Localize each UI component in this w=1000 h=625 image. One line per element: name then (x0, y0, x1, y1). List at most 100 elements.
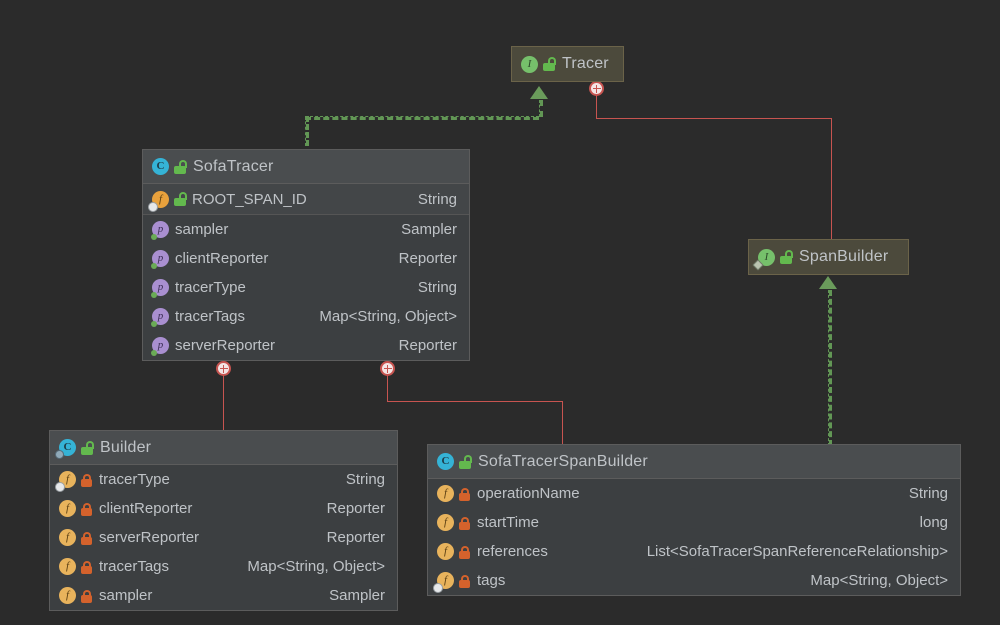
field-icon: f (59, 529, 76, 546)
member-name: startTime (477, 514, 539, 531)
class-member-row[interactable]: f tags Map<String, Object> (428, 566, 960, 595)
connector-segment (539, 100, 543, 117)
class-member-row[interactable]: f serverReporter Reporter (50, 523, 397, 552)
member-type: Reporter (383, 250, 457, 267)
class-header-sofatracer[interactable]: C SofaTracer (143, 150, 469, 184)
field-icon: f (59, 558, 76, 575)
member-type: List<SofaTracerSpanReferenceRelationship… (631, 543, 948, 560)
property-section: p sampler Sampler p clientReporter Repor… (143, 214, 469, 360)
class-box-spanbuilder[interactable]: I SpanBuilder (748, 239, 909, 275)
property-icon: p (152, 250, 169, 267)
field-icon: f (59, 471, 76, 488)
property-icon: p (152, 279, 169, 296)
class-member-row[interactable]: f operationName String (428, 479, 960, 508)
inner-class-plus-marker[interactable] (589, 81, 604, 96)
member-type: String (893, 485, 948, 502)
member-name: serverReporter (99, 529, 199, 546)
unlock-icon (459, 455, 471, 469)
connector-segment (223, 368, 224, 432)
lock-icon (81, 589, 93, 603)
class-box-tracer[interactable]: I Tracer (511, 46, 624, 82)
lock-icon (81, 502, 93, 516)
class-member-row[interactable]: f references List<SofaTracerSpanReferenc… (428, 537, 960, 566)
member-type: String (330, 471, 385, 488)
member-type: Reporter (311, 500, 385, 517)
field-icon: f (59, 587, 76, 604)
class-icon: C (152, 158, 169, 175)
unlock-icon (81, 441, 93, 455)
lock-icon (81, 531, 93, 545)
class-name-label: SpanBuilder (799, 248, 888, 266)
field-icon: f (437, 485, 454, 502)
static-field-section: f ROOT_SPAN_ID String (143, 184, 469, 214)
class-box-sofatracerspanbuilder[interactable]: C SofaTracerSpanBuilder f operationName … (427, 444, 961, 596)
class-member-row[interactable]: f startTime long (428, 508, 960, 537)
unlock-icon (174, 160, 186, 174)
member-name: sampler (99, 587, 152, 604)
property-icon: p (152, 221, 169, 238)
lock-icon (459, 545, 471, 559)
member-type: String (402, 191, 457, 208)
class-member-row[interactable]: f clientReporter Reporter (50, 494, 397, 523)
connector-segment (387, 401, 562, 402)
connector-segment (596, 118, 831, 119)
member-type: Reporter (383, 337, 457, 354)
class-member-row[interactable]: p serverReporter Reporter (143, 331, 469, 360)
class-member-row[interactable]: p tracerType String (143, 273, 469, 302)
member-type: String (402, 279, 457, 296)
member-name: serverReporter (175, 337, 275, 354)
class-member-row[interactable]: f tracerType String (50, 465, 397, 494)
inner-class-plus-marker[interactable] (380, 361, 395, 376)
class-header-builder[interactable]: C Builder (50, 431, 397, 465)
class-member-row[interactable]: f tracerTags Map<String, Object> (50, 552, 397, 581)
property-icon: p (152, 337, 169, 354)
class-member-row[interactable]: f ROOT_SPAN_ID String (143, 184, 469, 214)
member-name: ROOT_SPAN_ID (192, 191, 307, 208)
member-type: Sampler (313, 587, 385, 604)
member-type: Map<String, Object> (231, 558, 385, 575)
class-member-row[interactable]: p sampler Sampler (143, 215, 469, 244)
member-type: Map<String, Object> (794, 572, 948, 589)
member-name: tracerType (99, 471, 170, 488)
interface-icon: I (521, 56, 538, 73)
member-type: long (904, 514, 948, 531)
member-name: tags (477, 572, 505, 589)
inner-class-plus-marker[interactable] (216, 361, 231, 376)
member-name: sampler (175, 221, 228, 238)
class-member-row[interactable]: f sampler Sampler (50, 581, 397, 610)
diagram-canvas[interactable]: I Tracer C SofaTracer f (0, 0, 1000, 625)
class-name-label: Tracer (562, 55, 609, 73)
member-name: references (477, 543, 548, 560)
class-header-spanbuilder[interactable]: I SpanBuilder (749, 240, 908, 274)
member-type: Map<String, Object> (303, 308, 457, 325)
unlock-icon (543, 57, 555, 71)
class-name-label: SofaTracer (193, 158, 274, 176)
lock-icon (459, 487, 471, 501)
field-section: f tracerType String f clientReporter Rep… (50, 465, 397, 610)
member-type: Sampler (385, 221, 457, 238)
class-box-sofatracer[interactable]: C SofaTracer f ROOT_SPAN_ID String (142, 149, 470, 361)
class-name-label: SofaTracerSpanBuilder (478, 453, 648, 471)
connector-segment (596, 95, 597, 118)
unlock-icon (174, 192, 186, 206)
connector-segment (562, 401, 563, 446)
class-box-builder[interactable]: C Builder f tracerType String f (49, 430, 398, 611)
field-icon: f (59, 500, 76, 517)
member-name: tracerTags (175, 308, 245, 325)
class-header-tracer[interactable]: I Tracer (512, 47, 623, 81)
class-member-row[interactable]: p tracerTags Map<String, Object> (143, 302, 469, 331)
lock-icon (81, 560, 93, 574)
field-icon: f (437, 514, 454, 531)
unlock-icon (780, 250, 792, 264)
class-member-row[interactable]: p clientReporter Reporter (143, 244, 469, 273)
member-name: tracerType (175, 279, 246, 296)
property-icon: p (152, 308, 169, 325)
class-icon: C (437, 453, 454, 470)
class-icon: C (59, 439, 76, 456)
lock-icon (81, 473, 93, 487)
field-icon: f (437, 543, 454, 560)
class-header-sofatracerspanbuilder[interactable]: C SofaTracerSpanBuilder (428, 445, 960, 479)
lock-icon (459, 516, 471, 530)
field-icon: f (437, 572, 454, 589)
member-name: tracerTags (99, 558, 169, 575)
